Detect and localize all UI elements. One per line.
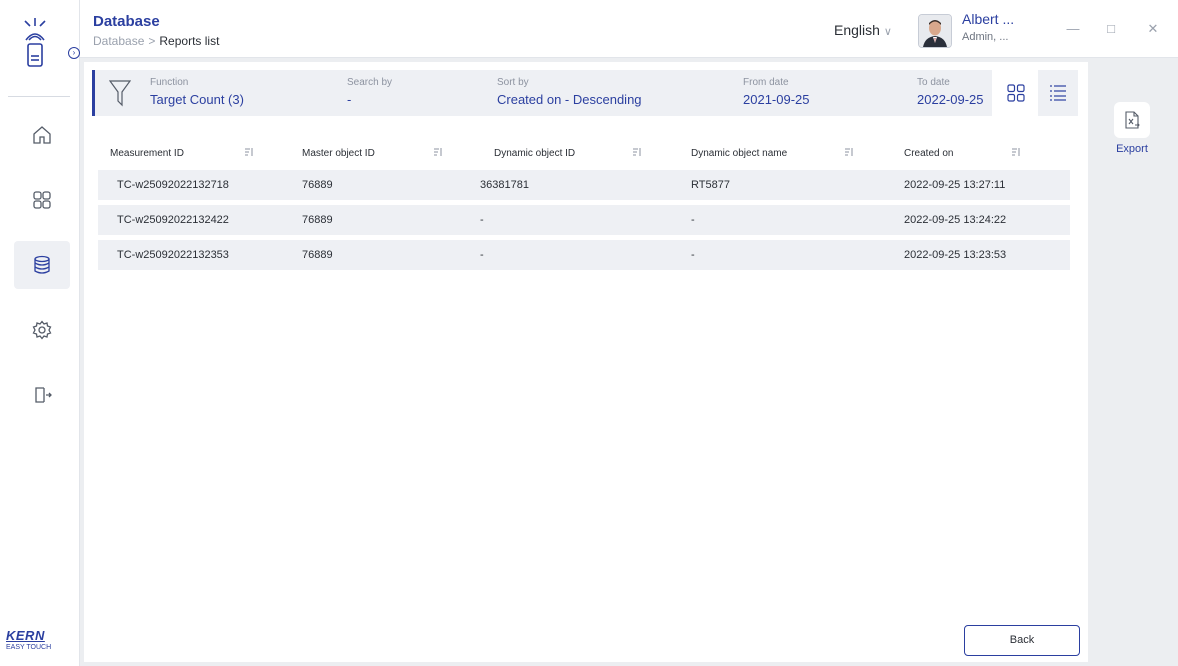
column-header-dynamic-object-name[interactable]: Dynamic object name [691, 148, 787, 159]
column-header-created-on[interactable]: Created on [904, 148, 953, 159]
column-header-dynamic-object-id[interactable]: Dynamic object ID [494, 148, 575, 159]
filter-to-value: 2022-09-25 [917, 92, 984, 107]
language-selector[interactable]: English ∨ [834, 22, 892, 38]
grid-view-icon [1007, 84, 1025, 102]
chevron-down-icon: ∨ [883, 26, 892, 38]
export-button[interactable] [1114, 102, 1150, 138]
cell-measurement-id: TC-w25092022132353 [117, 249, 229, 261]
breadcrumb-separator: > [148, 34, 156, 48]
logout-icon [35, 387, 52, 403]
brand-subtitle: EASY TOUCH [6, 644, 52, 651]
cell-measurement-id: TC-w25092022132422 [117, 214, 229, 226]
sidebar-divider [8, 96, 70, 97]
gear-icon [32, 320, 52, 340]
filter-to-date[interactable]: To date 2022-09-25 [917, 77, 984, 107]
logo-area [0, 0, 80, 96]
app-window: › KERN EASY TOUCH Database Database > Repo… [0, 0, 1178, 666]
sidebar-item-home[interactable] [14, 111, 70, 159]
cell-master-object-id: 76889 [302, 214, 333, 226]
sidebar-item-database[interactable] [14, 241, 70, 289]
table-row[interactable]: TC-w25092022132422 76889 - - 2022-09-25 … [98, 205, 1070, 235]
grid-icon [33, 191, 51, 209]
brand-logo: KERN EASY TOUCH [6, 628, 51, 651]
sidebar-expand-button[interactable]: › [68, 47, 80, 59]
cell-master-object-id: 76889 [302, 179, 333, 191]
sidebar-item-settings[interactable] [14, 306, 70, 354]
breadcrumb-root[interactable]: Database [93, 34, 144, 48]
filter-icon[interactable] [109, 79, 131, 107]
cell-created-on: 2022-09-25 13:24:22 [904, 214, 1007, 226]
breadcrumb: Database > Reports list [93, 34, 219, 48]
back-button[interactable]: Back [964, 625, 1080, 656]
sort-icon[interactable] [632, 147, 642, 157]
minimize-icon[interactable]: — [1066, 22, 1080, 36]
cell-dynamic-object-id: - [480, 249, 484, 261]
filter-function[interactable]: Function Target Count (3) [150, 77, 244, 107]
view-toggle [996, 70, 1078, 116]
brand-name: KERN [6, 628, 45, 643]
list-view-icon [1050, 85, 1066, 101]
database-icon [34, 255, 50, 274]
close-icon[interactable]: ✕ [1146, 22, 1160, 36]
filter-from-value: 2021-09-25 [743, 92, 810, 107]
filter-search-value: - [347, 92, 352, 107]
sort-icon[interactable] [433, 147, 443, 157]
avatar[interactable] [918, 14, 952, 48]
list-view-button[interactable] [1038, 70, 1078, 116]
cell-master-object-id: 76889 [302, 249, 333, 261]
cell-created-on: 2022-09-25 13:27:11 [904, 179, 1006, 191]
sidebar-item-logout[interactable] [14, 371, 70, 419]
filter-sort[interactable]: Sort by Created on - Descending [497, 77, 642, 107]
sort-icon[interactable] [844, 147, 854, 157]
cell-dynamic-object-name: RT5877 [691, 179, 730, 191]
sidebar: › KERN EASY TOUCH [0, 0, 80, 666]
filter-to-label: To date [917, 77, 950, 88]
user-role: Admin, ... [962, 31, 1009, 43]
export-label: Export [1116, 143, 1148, 155]
filter-bar[interactable]: Function Target Count (3) Search by - So… [92, 70, 992, 116]
cell-dynamic-object-id: 36381781 [480, 179, 529, 191]
cell-created-on: 2022-09-25 13:23:53 [904, 249, 1007, 261]
maximize-icon[interactable]: □ [1104, 22, 1118, 36]
filter-function-label: Function [150, 77, 189, 88]
filter-search-label: Search by [347, 77, 393, 88]
filter-sort-value: Created on - Descending [497, 92, 642, 107]
filter-from-label: From date [743, 77, 789, 88]
header: Database Database > Reports list English ∨ … [80, 0, 1178, 58]
cell-dynamic-object-name: - [691, 214, 695, 226]
filter-search[interactable]: Search by - [347, 77, 392, 107]
column-header-measurement-id[interactable]: Measurement ID [110, 148, 184, 159]
sort-icon[interactable] [1011, 147, 1021, 157]
breadcrumb-current: Reports list [159, 34, 220, 48]
language-label: English [834, 22, 880, 38]
filter-function-value: Target Count (3) [150, 92, 244, 107]
excel-export-icon [1125, 111, 1140, 129]
sidebar-item-dashboard[interactable] [14, 176, 70, 224]
sort-icon[interactable] [244, 147, 254, 157]
reports-panel: Function Target Count (3) Search by - So… [84, 62, 1088, 662]
filter-sort-label: Sort by [497, 77, 529, 88]
page-title: Database [93, 13, 160, 30]
home-icon [33, 126, 51, 144]
column-header-master-object-id[interactable]: Master object ID [302, 148, 375, 159]
filter-from-date[interactable]: From date 2021-09-25 [743, 77, 810, 107]
cell-dynamic-object-name: - [691, 249, 695, 261]
cell-dynamic-object-id: - [480, 214, 484, 226]
scale-logo-icon [24, 18, 46, 67]
table-row[interactable]: TC-w25092022132353 76889 - - 2022-09-25 … [98, 240, 1070, 270]
user-photo-icon [919, 15, 951, 47]
table-row[interactable]: TC-w25092022132718 76889 36381781 RT5877… [98, 170, 1070, 200]
cell-measurement-id: TC-w25092022132718 [117, 179, 229, 191]
user-name: Albert ... [962, 11, 1015, 27]
grid-view-button[interactable] [996, 70, 1036, 116]
